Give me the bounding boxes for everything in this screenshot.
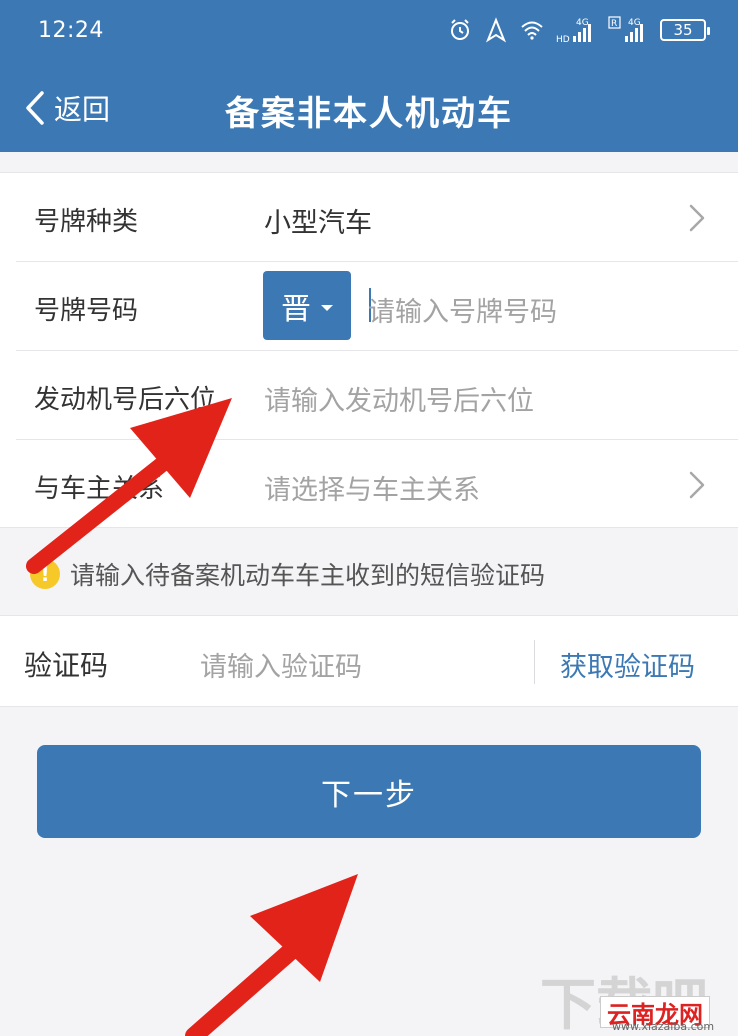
plate-type-row[interactable]: 号牌种类 小型汽车 <box>16 173 738 262</box>
plate-number-input[interactable]: 请输入号牌号码 <box>368 290 557 329</box>
caret-down-icon <box>321 304 333 311</box>
province-select[interactable]: 晋 <box>263 271 351 340</box>
owner-relation-select[interactable]: 请选择与车主关系 <box>264 468 480 507</box>
status-bar: 12:24 HD 4G R 4G 35 <box>0 0 738 64</box>
chevron-right-icon <box>689 471 705 499</box>
status-icons: HD 4G R 4G 35 <box>448 16 710 44</box>
signal-roaming-4g-icon: R 4G <box>608 16 643 42</box>
owner-relation-row[interactable]: 与车主关系 请选择与车主关系 <box>16 440 738 529</box>
sms-notice: ! 请输入待备案机动车车主收到的短信验证码 <box>30 556 545 592</box>
plate-type-value: 小型汽车 <box>264 208 372 239</box>
warning-icon: ! <box>30 559 60 589</box>
page-title: 备案非本人机动车 <box>225 94 513 134</box>
plate-number-row: 号牌号码 晋 请输入号牌号码 <box>16 262 738 351</box>
plate-number-label: 号牌号码 <box>34 296 139 326</box>
chevron-right-icon <box>689 204 705 232</box>
notice-text: 请输入待备案机动车车主收到的短信验证码 <box>70 561 546 590</box>
owner-relation-label: 与车主关系 <box>34 474 165 504</box>
get-code-button[interactable]: 获取验证码 <box>560 645 695 684</box>
verification-input[interactable]: 请输入验证码 <box>200 645 362 684</box>
wifi-icon <box>521 21 543 40</box>
signal-hd-4g-icon: HD 4G <box>556 18 591 44</box>
network-indicator-1: 4G <box>576 18 589 28</box>
watermark-url: www.xiazaiba.com <box>612 1020 715 1033</box>
verification-row: 验证码 请输入验证码 获取验证码 <box>0 615 738 707</box>
roaming-indicator: R <box>611 19 617 29</box>
engine-number-label: 发动机号后六位 <box>34 385 217 415</box>
network-indicator-2: 4G <box>628 18 641 28</box>
divider <box>534 640 535 684</box>
navigation-icon <box>485 17 507 43</box>
vehicle-form: 号牌种类 小型汽车 号牌号码 晋 请输入号牌号码 发动机号后六位 请输入发动机号… <box>0 172 738 528</box>
status-time: 12:24 <box>38 18 104 43</box>
verification-label: 验证码 <box>24 649 109 682</box>
engine-number-row: 发动机号后六位 请输入发动机号后六位 <box>16 351 738 440</box>
next-step-button[interactable]: 下一步 <box>37 745 701 838</box>
province-value: 晋 <box>281 291 311 327</box>
engine-number-input[interactable]: 请输入发动机号后六位 <box>264 379 534 418</box>
plate-type-label: 号牌种类 <box>34 207 139 237</box>
annotation-arrow-lower <box>185 874 358 1036</box>
battery-icon: 35 <box>660 19 710 41</box>
hd-indicator: HD <box>556 35 570 44</box>
nav-bar: 返回 备案非本人机动车 <box>0 64 738 152</box>
alarm-icon <box>451 19 469 40</box>
